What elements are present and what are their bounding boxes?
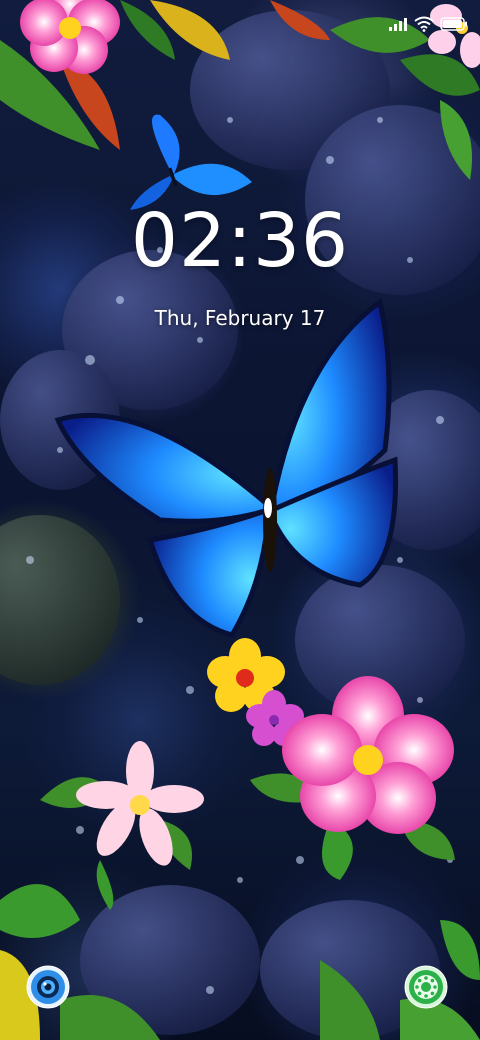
camera-icon: [26, 965, 70, 1009]
lock-screen: 02:36 Thu, February 17: [0, 0, 480, 1040]
wallpaper: [0, 0, 480, 1040]
status-bar: [388, 14, 468, 34]
plumeria-flower: [40, 741, 204, 910]
phone-icon: [404, 965, 448, 1009]
camera-shortcut-button[interactable]: [26, 965, 70, 1009]
battery-icon: [440, 17, 467, 31]
lock-screen-date: Thu, February 17: [154, 306, 326, 330]
lock-screen-clock: 02:36: [130, 198, 350, 284]
phone-shortcut-button[interactable]: [404, 965, 448, 1009]
wifi-icon: [414, 16, 434, 32]
signal-icon: [389, 18, 407, 31]
